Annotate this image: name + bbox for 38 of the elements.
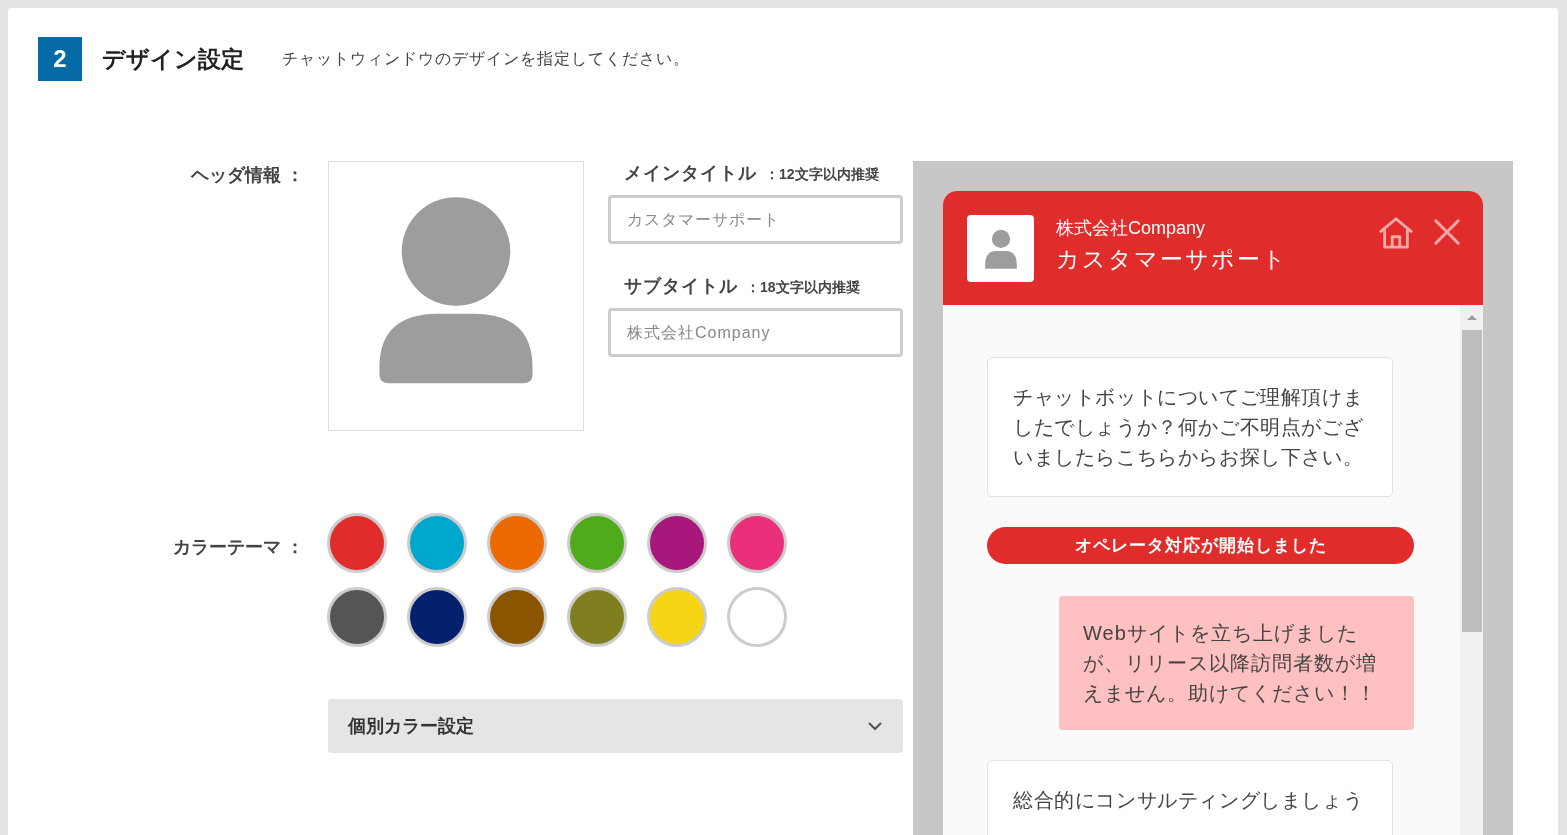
color-swatch[interactable]: [727, 587, 787, 647]
field-label: サブタイトル: [624, 275, 738, 298]
user-message: Webサイトを立ち上げましたが、リリース以降訪問者数が増えません。助けてください！！: [1059, 596, 1414, 730]
scrollbar[interactable]: [1460, 305, 1483, 835]
chevron-icon: [867, 721, 883, 731]
section-description: チャットウィンドウのデザインを指定してください。: [282, 48, 690, 69]
color-swatch[interactable]: [407, 513, 467, 573]
step-number: 2: [38, 37, 82, 81]
color-swatch[interactable]: [407, 587, 467, 647]
field-label: ヘッダ情報 ：: [189, 164, 305, 187]
input-field[interactable]: 株式会社Company: [608, 308, 903, 357]
chat-title: カスタマーサポート: [1056, 244, 1289, 274]
color-swatch[interactable]: [487, 587, 547, 647]
close-icon[interactable]: [1433, 218, 1461, 246]
avatar-upload[interactable]: [328, 161, 584, 431]
color-swatch[interactable]: [327, 513, 387, 573]
avatar-icon: [967, 214, 1034, 282]
accordion-header[interactable]: 個別カラー設定: [328, 699, 903, 753]
color-swatch[interactable]: [727, 513, 787, 573]
scroll-up-icon[interactable]: [1465, 313, 1478, 321]
color-swatch[interactable]: [567, 587, 627, 647]
field-label: カラーテーマ ：: [172, 536, 305, 559]
chat-subtitle: 株式会社Company: [1056, 216, 1207, 240]
bot-message: 総合的にコンサルティングしましょう: [987, 760, 1393, 835]
field-hint: ：12文字以内推奨: [765, 166, 879, 184]
color-swatch[interactable]: [567, 513, 627, 573]
input-field[interactable]: カスタマーサポート: [608, 195, 903, 244]
color-swatch[interactable]: [327, 587, 387, 647]
section-title: デザイン設定: [102, 44, 244, 74]
color-swatch[interactable]: [647, 587, 707, 647]
bot-message: チャットボットについてご理解頂けましたでしょうか？何かご不明点がございましたらこちらからお探し下さい。: [987, 357, 1393, 497]
status-banner: オペレータ対応が開始しました: [987, 527, 1414, 564]
color-swatch[interactable]: [487, 513, 547, 573]
color-swatch[interactable]: [647, 513, 707, 573]
field-label: メインタイトル: [624, 162, 757, 185]
scrollbar-thumb[interactable]: [1461, 330, 1482, 632]
home-icon[interactable]: [1377, 216, 1415, 250]
field-hint: ：18文字以内推奨: [746, 279, 860, 297]
